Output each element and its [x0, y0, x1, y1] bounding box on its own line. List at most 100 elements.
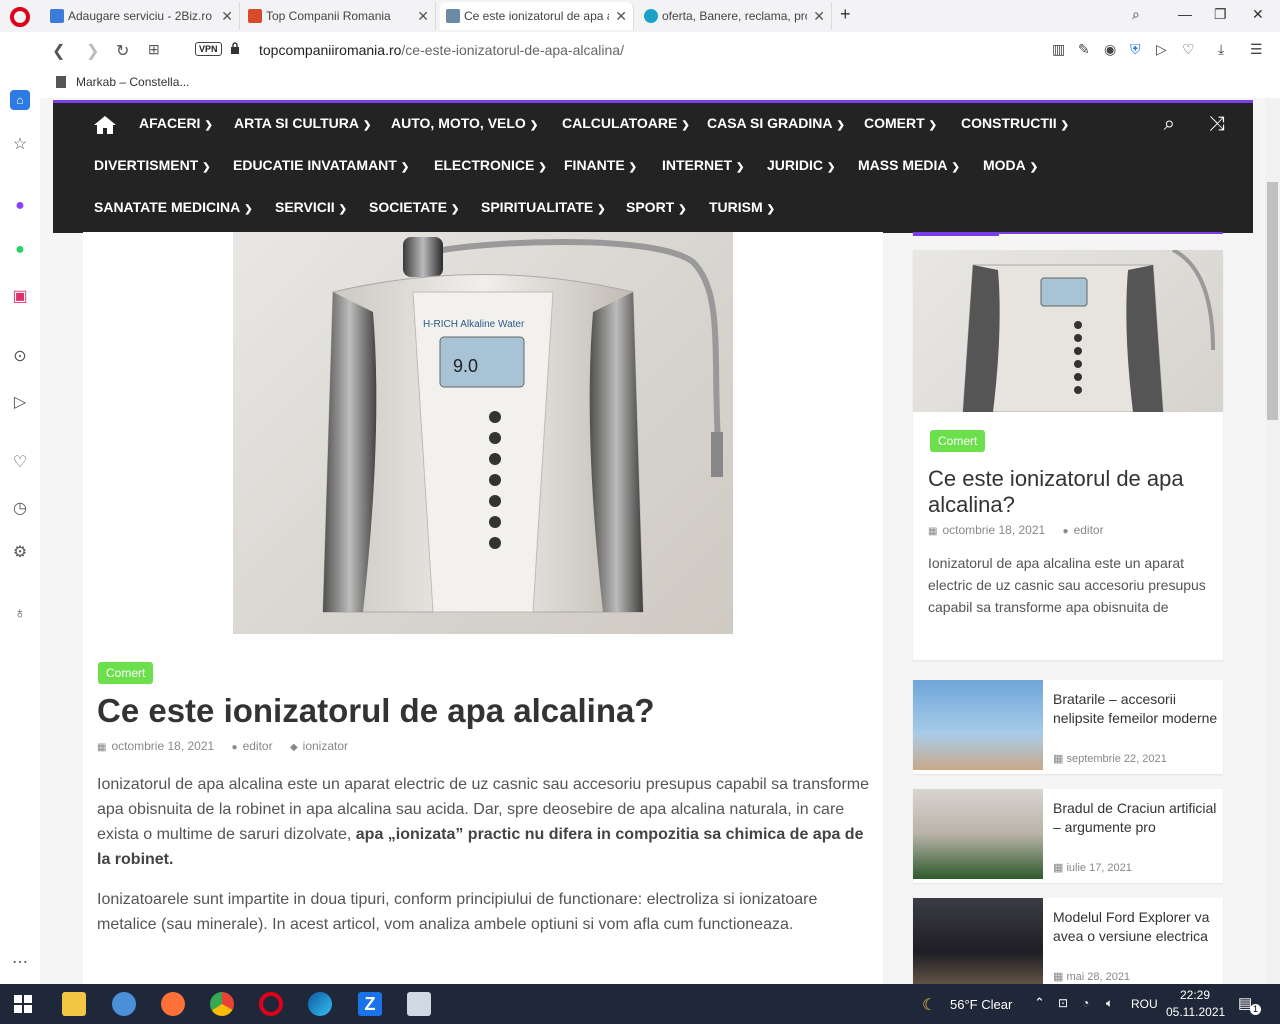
featured-post-image[interactable] [913, 248, 1223, 413]
heart-icon[interactable]: ♡ [10, 452, 30, 472]
nav-item[interactable]: TURISM ❯ [709, 199, 775, 215]
post-title[interactable]: Bradul de Craciun artificial – argumente… [1053, 799, 1218, 837]
chevron-up-icon[interactable]: ⌃ [1034, 995, 1045, 1011]
close-icon[interactable]: ✕ [221, 8, 233, 25]
nav-item[interactable]: AUTO, MOTO, VELO ❯ [391, 115, 538, 131]
opera-logo-icon[interactable] [10, 7, 30, 27]
lightbulb-icon[interactable]: ♁ [10, 604, 30, 624]
clock-time[interactable]: 22:29 [1180, 988, 1210, 1002]
nav-item[interactable]: INTERNET ❯ [662, 157, 744, 173]
share-edit-icon[interactable]: ✎ [1078, 41, 1090, 58]
reload-icon[interactable]: ↻ [116, 41, 129, 61]
nav-item[interactable]: CASA SI GRADINA ❯ [707, 115, 845, 131]
app-icon[interactable] [112, 992, 136, 1016]
nav-item[interactable]: DIVERTISMENT ❯ [94, 157, 211, 173]
post-thumbnail[interactable] [913, 680, 1043, 770]
nav-item[interactable]: MASS MEDIA ❯ [858, 157, 960, 173]
wifi-icon[interactable]: ◔ [1082, 996, 1089, 1010]
snapshot-icon[interactable]: ◉ [1104, 41, 1116, 58]
nav-item[interactable]: SANATATE MEDICINA ❯ [94, 199, 253, 215]
nav-item[interactable]: MODA ❯ [983, 157, 1038, 173]
speed-dial-icon[interactable]: ⊞ [148, 41, 160, 58]
messenger-icon[interactable]: ● [10, 196, 30, 216]
windows-start-icon[interactable] [14, 995, 32, 1013]
page-scrollbar[interactable] [1265, 98, 1280, 984]
scrollbar-thumb[interactable] [1267, 182, 1278, 420]
post-title[interactable]: Modelul Ford Explorer va avea o versiune… [1053, 908, 1218, 946]
post-thumbnail[interactable] [913, 898, 1043, 984]
instagram-icon[interactable]: ▣ [10, 286, 30, 306]
adblock-shield-icon[interactable]: ⛨ [1130, 41, 1141, 58]
nav-item[interactable]: ARTA SI CULTURA ❯ [234, 115, 371, 131]
nav-item[interactable]: ELECTRONICE ❯ [434, 157, 547, 173]
featured-post-title[interactable]: Ce este ionizatorul de apa alcalina? [928, 466, 1213, 518]
nav-item[interactable]: SPORT ❯ [626, 199, 687, 215]
document-icon [56, 76, 66, 88]
nav-item[interactable]: COMERT ❯ [864, 115, 937, 131]
opera-icon[interactable] [259, 992, 283, 1016]
article-featured-image[interactable]: 9.0 H-RICH Alkaline Water [233, 232, 733, 634]
article-tag[interactable]: ionizator [303, 739, 348, 753]
close-icon[interactable]: ✕ [615, 8, 627, 25]
volume-icon[interactable]: 🔈︎ [1106, 996, 1113, 1011]
nav-item[interactable]: AFACERI ❯ [139, 115, 213, 131]
close-window-icon[interactable]: ✕ [1252, 6, 1264, 23]
edge-icon[interactable] [308, 992, 332, 1016]
browser-tab-active[interactable]: Ce este ionizatorul de apa alcalina? ✕ [440, 2, 634, 30]
new-tab-plus-icon[interactable]: + [840, 4, 851, 25]
maximize-icon[interactable]: ❐ [1214, 6, 1227, 23]
send-icon[interactable]: ▷ [10, 392, 30, 412]
language-indicator[interactable]: ROU [1131, 997, 1158, 1011]
user-icon: ● [231, 742, 238, 753]
random-post-icon[interactable]: ⤨ [1209, 113, 1225, 136]
weather-text[interactable]: 56°F Clear [950, 997, 1012, 1012]
close-icon[interactable]: ✕ [813, 8, 825, 25]
post-title[interactable]: Bratarile – accesorii nelipsite femeilor… [1053, 690, 1218, 728]
send-icon[interactable]: ▷ [1156, 41, 1167, 58]
browser-tab[interactable]: oferta, Banere, reclama, pro ✕ [638, 2, 832, 30]
firefox-icon[interactable] [161, 992, 185, 1016]
heart-icon[interactable]: ♡ [1182, 41, 1195, 58]
vpn-badge[interactable]: VPN [195, 42, 222, 56]
notepad-icon[interactable] [407, 992, 431, 1016]
network-icon[interactable]: ⊡ [1058, 996, 1068, 1010]
whatsapp-icon[interactable]: ● [10, 240, 30, 260]
nav-item[interactable]: CALCULATOARE ❯ [562, 115, 690, 131]
settings-gear-icon[interactable]: ⚙ [10, 542, 30, 562]
file-explorer-icon[interactable] [62, 992, 86, 1016]
back-icon[interactable]: ❮ [52, 41, 65, 61]
close-icon[interactable]: ✕ [417, 8, 429, 25]
bookmark-item[interactable]: Markab – Constella... [56, 75, 189, 89]
url-field[interactable]: topcompaniiromania.ro/ce-este-ionizatoru… [259, 42, 624, 58]
more-icon[interactable]: ⋯ [10, 952, 30, 972]
nav-item[interactable]: EDUCATIE INVATAMANT ❯ [233, 157, 409, 173]
nav-item[interactable]: SERVICII ❯ [275, 199, 347, 215]
category-badge[interactable]: Comert [930, 430, 986, 452]
forward-icon[interactable]: ❯ [86, 41, 99, 61]
nav-item[interactable]: SPIRITUALITATE ❯ [481, 199, 606, 215]
search-tabs-icon[interactable]: ⌕ [1132, 6, 1140, 23]
category-badge[interactable]: Comert [98, 662, 154, 684]
search-icon[interactable]: ⌕ [1164, 113, 1175, 136]
post-thumbnail[interactable] [913, 789, 1043, 879]
nav-item[interactable]: JURIDIC ❯ [767, 157, 835, 173]
chrome-icon[interactable] [210, 992, 234, 1016]
reader-icon[interactable]: ▥ [1052, 41, 1065, 58]
minimize-icon[interactable]: — [1178, 6, 1192, 22]
history-icon[interactable]: ◷ [10, 498, 30, 518]
browser-tab[interactable]: Top Companii Romania ✕ [242, 2, 436, 30]
clock-date[interactable]: 05.11.2021 [1166, 1005, 1225, 1019]
nav-item[interactable]: CONSTRUCTII ❯ [961, 115, 1069, 131]
star-icon[interactable]: ☆ [10, 134, 30, 154]
browser-tab[interactable]: Adaugare serviciu - 2Biz.ro ✕ [44, 2, 240, 30]
app-z-icon[interactable]: Z [358, 992, 382, 1016]
home-icon[interactable]: ⌂ [10, 90, 30, 110]
article-date[interactable]: octombrie 18, 2021 [111, 739, 214, 753]
home-icon[interactable] [93, 115, 117, 135]
nav-item[interactable]: FINANTE ❯ [564, 157, 637, 173]
article-author[interactable]: editor [243, 739, 273, 753]
player-icon[interactable]: ⊙ [10, 346, 30, 366]
menu-icon[interactable]: ☰ [1250, 41, 1263, 58]
nav-item[interactable]: SOCIETATE ❯ [369, 199, 459, 215]
download-icon[interactable]: ⤓ [1218, 41, 1224, 58]
